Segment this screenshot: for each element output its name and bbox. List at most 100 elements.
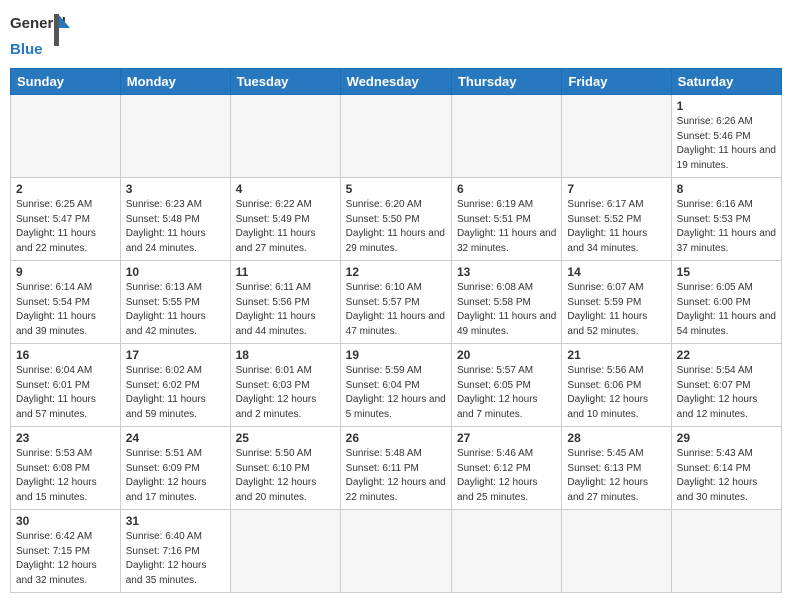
day-info: Sunrise: 5:50 AM Sunset: 6:10 PM Dayligh… xyxy=(236,447,335,505)
day-header-friday: Friday xyxy=(562,69,671,95)
calendar-cell: 31Sunrise: 6:40 AM Sunset: 7:16 PM Dayli… xyxy=(120,510,230,593)
calendar-cell: 30Sunrise: 6:42 AM Sunset: 7:15 PM Dayli… xyxy=(11,510,121,593)
calendar-cell: 27 Sunrise: 5:46 AM Sunset: 6:12 PM Dayli… xyxy=(451,427,561,510)
day-number: 14 xyxy=(567,265,665,279)
day-info: Sunrise: 6:40 AM Sunset: 7:16 PM Dayligh… xyxy=(126,530,225,588)
day-number: 4 xyxy=(236,182,335,196)
calendar-cell: 19Sunrise: 5:59 AM Sunset: 6:04 PM Dayli… xyxy=(340,344,451,427)
calendar-week-5: 30Sunrise: 6:42 AM Sunset: 7:15 PM Dayli… xyxy=(11,510,782,593)
calendar-cell: 14 Sunrise: 6:07 AM Sunset: 5:59 PM Dayli… xyxy=(562,261,671,344)
day-info: Sunrise: 5:53 AM Sunset: 6:08 PM Dayligh… xyxy=(16,447,115,505)
day-number: 2 xyxy=(16,182,115,196)
day-number: 11 xyxy=(236,265,335,279)
day-number: 12 xyxy=(346,265,446,279)
day-number: 30 xyxy=(16,514,115,528)
calendar-cell xyxy=(562,95,671,178)
day-number: 13 xyxy=(457,265,556,279)
day-info: Sunrise: 6:08 AM Sunset: 5:58 PM Dayligh… xyxy=(457,281,556,339)
calendar-cell xyxy=(120,95,230,178)
day-number: 19 xyxy=(346,348,446,362)
day-number: 5 xyxy=(346,182,446,196)
day-number: 18 xyxy=(236,348,335,362)
day-header-saturday: Saturday xyxy=(671,69,781,95)
calendar-cell: 22Sunrise: 5:54 AM Sunset: 6:07 PM Dayli… xyxy=(671,344,781,427)
calendar-cell xyxy=(340,95,451,178)
calendar-cell: 10Sunrise: 6:13 AM Sunset: 5:55 PM Dayli… xyxy=(120,261,230,344)
day-info: Sunrise: 5:57 AM Sunset: 6:05 PM Dayligh… xyxy=(457,364,556,422)
page-header: GeneralBlue xyxy=(10,10,782,60)
calendar-table: SundayMondayTuesdayWednesdayThursdayFrid… xyxy=(10,68,782,593)
calendar-cell: 16Sunrise: 6:04 AM Sunset: 6:01 PM Dayli… xyxy=(11,344,121,427)
day-header-monday: Monday xyxy=(120,69,230,95)
calendar-cell: 12 Sunrise: 6:10 AM Sunset: 5:57 PM Dayli… xyxy=(340,261,451,344)
calendar-cell: 26Sunrise: 5:48 AM Sunset: 6:11 PM Dayli… xyxy=(340,427,451,510)
day-info: Sunrise: 6:13 AM Sunset: 5:55 PM Dayligh… xyxy=(126,281,225,339)
calendar-cell: 3 Sunrise: 6:23 AM Sunset: 5:48 PM Daylig… xyxy=(120,178,230,261)
day-number: 27 xyxy=(457,431,556,445)
calendar-header-row: SundayMondayTuesdayWednesdayThursdayFrid… xyxy=(11,69,782,95)
calendar-cell: 9 Sunrise: 6:14 AM Sunset: 5:54 PM Daylig… xyxy=(11,261,121,344)
day-info: Sunrise: 5:46 AM Sunset: 6:12 PM Dayligh… xyxy=(457,447,556,505)
day-info: Sunrise: 5:51 AM Sunset: 6:09 PM Dayligh… xyxy=(126,447,225,505)
day-info: Sunrise: 6:14 AM Sunset: 5:54 PM Dayligh… xyxy=(16,281,115,339)
day-header-thursday: Thursday xyxy=(451,69,561,95)
day-number: 6 xyxy=(457,182,556,196)
day-info: Sunrise: 6:20 AM Sunset: 5:50 PM Dayligh… xyxy=(346,198,446,256)
calendar-cell xyxy=(451,510,561,593)
calendar-cell: 24 Sunrise: 5:51 AM Sunset: 6:09 PM Dayli… xyxy=(120,427,230,510)
day-number: 9 xyxy=(16,265,115,279)
calendar-cell: 29Sunrise: 5:43 AM Sunset: 6:14 PM Dayli… xyxy=(671,427,781,510)
calendar-body: 1 Sunrise: 6:26 AM Sunset: 5:46 PM Daylig… xyxy=(11,95,782,593)
day-info: Sunrise: 6:10 AM Sunset: 5:57 PM Dayligh… xyxy=(346,281,446,339)
day-info: Sunrise: 5:54 AM Sunset: 6:07 PM Dayligh… xyxy=(677,364,776,422)
day-number: 20 xyxy=(457,348,556,362)
day-number: 15 xyxy=(677,265,776,279)
day-header-sunday: Sunday xyxy=(11,69,121,95)
calendar-cell: 6 Sunrise: 6:19 AM Sunset: 5:51 PM Daylig… xyxy=(451,178,561,261)
calendar-cell: 4 Sunrise: 6:22 AM Sunset: 5:49 PM Daylig… xyxy=(230,178,340,261)
day-info: Sunrise: 6:22 AM Sunset: 5:49 PM Dayligh… xyxy=(236,198,335,256)
calendar-cell: 18 Sunrise: 6:01 AM Sunset: 6:03 PM Dayli… xyxy=(230,344,340,427)
calendar-cell: 20 Sunrise: 5:57 AM Sunset: 6:05 PM Dayli… xyxy=(451,344,561,427)
calendar-week-1: 2 Sunrise: 6:25 AM Sunset: 5:47 PM Daylig… xyxy=(11,178,782,261)
calendar-cell xyxy=(230,510,340,593)
calendar-cell: 7 Sunrise: 6:17 AM Sunset: 5:52 PM Daylig… xyxy=(562,178,671,261)
day-info: Sunrise: 6:01 AM Sunset: 6:03 PM Dayligh… xyxy=(236,364,335,422)
day-info: Sunrise: 6:23 AM Sunset: 5:48 PM Dayligh… xyxy=(126,198,225,256)
day-info: Sunrise: 6:07 AM Sunset: 5:59 PM Dayligh… xyxy=(567,281,665,339)
day-number: 24 xyxy=(126,431,225,445)
day-number: 28 xyxy=(567,431,665,445)
day-info: Sunrise: 6:26 AM Sunset: 5:46 PM Dayligh… xyxy=(677,115,776,173)
day-number: 21 xyxy=(567,348,665,362)
day-number: 3 xyxy=(126,182,225,196)
day-info: Sunrise: 6:11 AM Sunset: 5:56 PM Dayligh… xyxy=(236,281,335,339)
day-number: 25 xyxy=(236,431,335,445)
calendar-cell: 11 Sunrise: 6:11 AM Sunset: 5:56 PM Dayli… xyxy=(230,261,340,344)
day-header-wednesday: Wednesday xyxy=(340,69,451,95)
day-number: 23 xyxy=(16,431,115,445)
calendar-cell: 8Sunrise: 6:16 AM Sunset: 5:53 PM Daylig… xyxy=(671,178,781,261)
calendar-cell: 21 Sunrise: 5:56 AM Sunset: 6:06 PM Dayli… xyxy=(562,344,671,427)
calendar-cell: 13 Sunrise: 6:08 AM Sunset: 5:58 PM Dayli… xyxy=(451,261,561,344)
day-info: Sunrise: 6:19 AM Sunset: 5:51 PM Dayligh… xyxy=(457,198,556,256)
day-info: Sunrise: 6:17 AM Sunset: 5:52 PM Dayligh… xyxy=(567,198,665,256)
day-number: 8 xyxy=(677,182,776,196)
calendar-cell xyxy=(11,95,121,178)
day-info: Sunrise: 5:45 AM Sunset: 6:13 PM Dayligh… xyxy=(567,447,665,505)
day-info: Sunrise: 5:56 AM Sunset: 6:06 PM Dayligh… xyxy=(567,364,665,422)
day-info: Sunrise: 6:25 AM Sunset: 5:47 PM Dayligh… xyxy=(16,198,115,256)
day-number: 7 xyxy=(567,182,665,196)
calendar-cell: 28 Sunrise: 5:45 AM Sunset: 6:13 PM Dayli… xyxy=(562,427,671,510)
day-header-tuesday: Tuesday xyxy=(230,69,340,95)
calendar-cell xyxy=(562,510,671,593)
calendar-cell xyxy=(671,510,781,593)
calendar-week-3: 16Sunrise: 6:04 AM Sunset: 6:01 PM Dayli… xyxy=(11,344,782,427)
day-number: 17 xyxy=(126,348,225,362)
svg-text:Blue: Blue xyxy=(10,41,43,58)
day-number: 16 xyxy=(16,348,115,362)
calendar-cell: 23 Sunrise: 5:53 AM Sunset: 6:08 PM Dayli… xyxy=(11,427,121,510)
calendar-cell xyxy=(340,510,451,593)
day-number: 1 xyxy=(677,99,776,113)
calendar-cell: 1 Sunrise: 6:26 AM Sunset: 5:46 PM Daylig… xyxy=(671,95,781,178)
calendar-week-4: 23 Sunrise: 5:53 AM Sunset: 6:08 PM Dayli… xyxy=(11,427,782,510)
